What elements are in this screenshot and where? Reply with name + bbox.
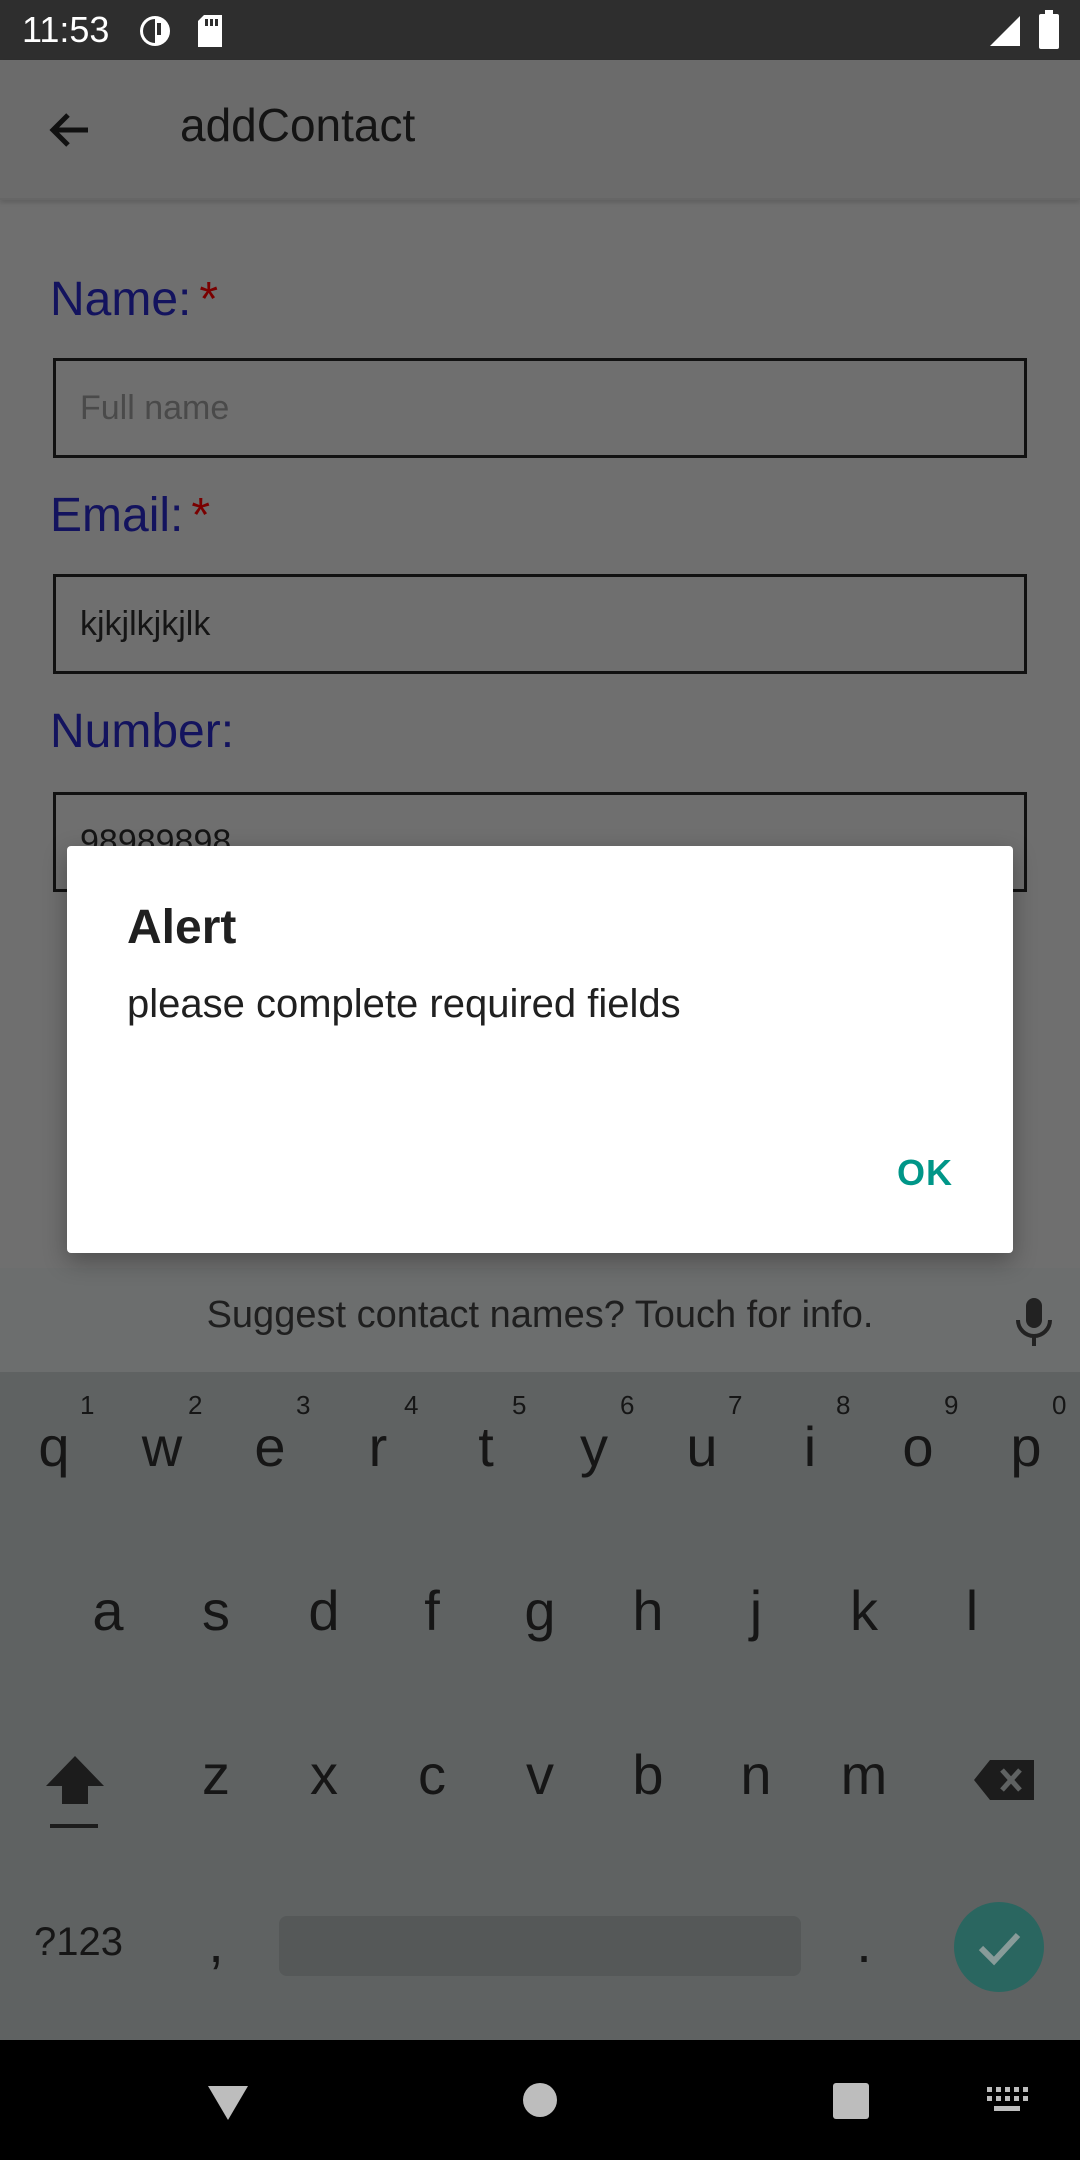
backspace-icon[interactable]	[972, 1758, 1036, 1806]
name-placeholder: Full name	[80, 389, 230, 427]
key-b[interactable]: b	[598, 1742, 698, 1807]
key-hint-5: 5	[512, 1390, 527, 1420]
alert-dialog: Alert please complete required fields OK	[67, 846, 1013, 1253]
arrow-back-icon[interactable]	[44, 104, 96, 156]
status-time: 11:53	[22, 9, 110, 50]
key-s[interactable]: s	[166, 1578, 266, 1643]
key-y[interactable]: y	[544, 1414, 644, 1479]
enter-check-icon	[978, 1932, 1021, 1966]
key-hint-7: 7	[728, 1390, 743, 1420]
app-toolbar: addContact	[0, 60, 1080, 200]
key-hint-9: 9	[944, 1390, 959, 1420]
page-title: addContact	[180, 99, 416, 151]
dialog-message: please complete required fields	[127, 982, 681, 1026]
key-hint-4: 4	[404, 1390, 419, 1420]
key-period[interactable]: .	[814, 1910, 914, 1975]
key-n[interactable]: n	[706, 1742, 806, 1807]
key-hint-3: 3	[296, 1390, 311, 1420]
required-mark: *	[191, 489, 211, 542]
key-h[interactable]: h	[598, 1578, 698, 1643]
navigation-bar	[0, 2040, 1080, 2160]
enter-key[interactable]	[954, 1902, 1044, 1992]
signal-icon	[988, 14, 1022, 52]
key-k[interactable]: k	[814, 1578, 914, 1643]
battery-icon	[1038, 10, 1060, 54]
key-f[interactable]: f	[382, 1578, 482, 1643]
key-j[interactable]: j	[706, 1578, 806, 1643]
key-g[interactable]: g	[490, 1578, 590, 1643]
key-hint-0: 0	[1052, 1390, 1067, 1420]
key-m[interactable]: m	[814, 1742, 914, 1807]
sd-card-icon	[196, 14, 224, 52]
key-hint-2: 2	[188, 1390, 203, 1420]
required-mark: *	[199, 273, 219, 326]
keyboard-switch-icon[interactable]	[986, 2086, 1028, 2120]
back-triangle-icon[interactable]	[206, 2084, 250, 2126]
key-d[interactable]: d	[274, 1578, 374, 1643]
key-l[interactable]: l	[922, 1578, 1022, 1643]
number-label-text: Number:	[50, 705, 235, 758]
key-comma[interactable]: ,	[166, 1910, 266, 1975]
symbols-key[interactable]: ?123	[34, 1920, 123, 1965]
email-field[interactable]: kjkjlkjkjlk	[53, 574, 1027, 674]
dialog-title: Alert	[127, 901, 237, 954]
key-hint-1: 1	[80, 1390, 95, 1420]
key-c[interactable]: c	[382, 1742, 482, 1807]
email-value: kjkjlkjkjlk	[80, 605, 211, 643]
suggestion-text[interactable]: Suggest contact names? Touch for info.	[0, 1294, 1080, 1337]
key-a[interactable]: a	[58, 1578, 158, 1643]
data-saver-icon	[138, 14, 172, 52]
name-label-text: Name:	[50, 273, 192, 326]
ok-button[interactable]: OK	[897, 1152, 953, 1194]
name-field[interactable]: Full name	[53, 358, 1027, 458]
key-hint-6: 6	[620, 1390, 635, 1420]
key-o[interactable]: o	[868, 1414, 968, 1479]
key-q[interactable]: q	[4, 1414, 104, 1479]
key-x[interactable]: x	[274, 1742, 374, 1807]
recents-square-icon[interactable]	[832, 2082, 870, 2124]
key-i[interactable]: i	[760, 1414, 860, 1479]
email-label: Email: *	[50, 488, 210, 543]
key-t[interactable]: t	[436, 1414, 536, 1479]
status-bar: 11:53	[0, 0, 1080, 60]
shift-icon[interactable]	[40, 1752, 110, 1836]
key-u[interactable]: u	[652, 1414, 752, 1479]
key-r[interactable]: r	[328, 1414, 428, 1479]
key-z[interactable]: z	[166, 1742, 266, 1807]
key-p[interactable]: p	[976, 1414, 1076, 1479]
space-bar[interactable]	[279, 1916, 801, 1976]
key-v[interactable]: v	[490, 1742, 590, 1807]
key-hint-8: 8	[836, 1390, 851, 1420]
name-label: Name: *	[50, 272, 218, 327]
key-e[interactable]: e	[220, 1414, 320, 1479]
soft-keyboard: q w e r t y u i o p 1 2 3 4 5 6 7 8 9 0 …	[0, 1372, 1080, 2040]
keyboard-suggestion-bar[interactable]: Suggest contact names? Touch for info.	[0, 1268, 1080, 1372]
number-label: Number:	[50, 704, 234, 759]
key-w[interactable]: w	[112, 1414, 212, 1479]
email-label-text: Email:	[50, 489, 184, 542]
home-circle-icon[interactable]	[522, 2082, 558, 2122]
mic-icon[interactable]	[1012, 1296, 1056, 1348]
